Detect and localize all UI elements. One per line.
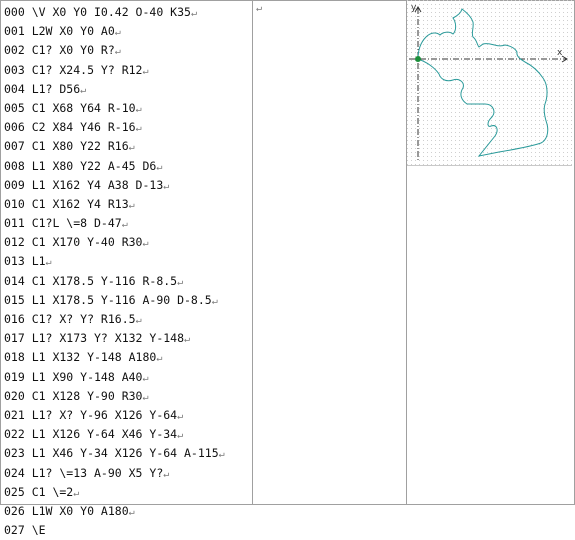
program-line[interactable]: 006 C2 X84 Y46 R-16↵	[4, 118, 248, 137]
program-line[interactable]: 022 L1 X126 Y-64 X46 Y-34↵	[4, 425, 248, 444]
program-line[interactable]: 007 C1 X80 Y22 R16↵	[4, 137, 248, 156]
contour-preview: y x	[407, 0, 572, 165]
line-return-icon: ↵	[163, 468, 170, 480]
program-line[interactable]: 001 L2W X0 Y0 A0↵	[4, 22, 248, 41]
program-line-text: 022 L1 X126 Y-64 X46 Y-34	[4, 427, 178, 442]
line-return-icon: ↵	[184, 334, 191, 346]
line-return-icon: ↵	[142, 372, 149, 384]
line-return-icon: ↵	[211, 295, 218, 307]
program-line[interactable]: 003 C1? X24.5 Y? R12↵	[4, 61, 248, 80]
program-line[interactable]: 011 C1?L \=8 D-47↵	[4, 214, 248, 233]
empty-cell-marker: ↵	[256, 3, 263, 14]
dot-grid	[407, 0, 572, 165]
contour-plot: y x	[407, 0, 572, 165]
line-return-icon: ↵	[156, 353, 163, 365]
y-axis-label: y	[411, 3, 417, 13]
program-line-text: 013 L1	[4, 254, 46, 269]
line-return-icon: ↵	[156, 161, 163, 173]
line-return-icon: ↵	[80, 84, 87, 96]
program-line-text: 001 L2W X0 Y0 A0	[4, 24, 115, 39]
x-axis-label: x	[557, 48, 563, 58]
line-return-icon: ↵	[114, 27, 121, 39]
program-line-text: 020 C1 X128 Y-90 R30	[4, 388, 143, 403]
program-line[interactable]: 009 L1 X162 Y4 A38 D-13↵	[4, 176, 248, 195]
program-line-text: 015 L1 X178.5 Y-116 A-90 D-8.5	[4, 292, 212, 307]
program-line[interactable]: 024 L1? \=13 A-90 X5 Y?↵	[4, 464, 248, 483]
program-listing[interactable]: 000 \V X0 Y0 I0.42 O-40 K35↵ 001 L2W X0 Y…	[4, 3, 248, 540]
line-return-icon: ↵	[142, 391, 149, 403]
program-line[interactable]: 023 L1 X46 Y-34 X126 Y-64 A-115↵	[4, 444, 248, 463]
program-line[interactable]: 013 L1↵	[4, 252, 248, 271]
line-return-icon: ↵	[73, 487, 80, 499]
program-line-text: 021 L1? X? Y-96 X126 Y-64	[4, 407, 178, 422]
line-return-icon: ↵	[128, 142, 135, 154]
line-return-icon: ↵	[218, 449, 225, 461]
program-line[interactable]: 010 C1 X162 Y4 R13↵	[4, 195, 248, 214]
program-line-text: 006 C2 X84 Y46 R-16	[4, 120, 136, 135]
column-divider	[252, 1, 253, 504]
program-line[interactable]: 026 L1W X0 Y0 A180↵	[4, 502, 248, 521]
line-return-icon: ↵	[163, 180, 170, 192]
program-line-text: 017 L1? X173 Y? X132 Y-148	[4, 331, 185, 346]
program-line[interactable]: 000 \V X0 Y0 I0.42 O-40 K35↵	[4, 3, 248, 22]
program-line-text: 004 L1? D56	[4, 81, 81, 96]
line-return-icon: ↵	[121, 219, 128, 231]
line-return-icon: ↵	[177, 410, 184, 422]
program-line-text: 002 C1? X0 Y0 R?	[4, 43, 115, 58]
program-line-text: 019 L1 X90 Y-148 A40	[4, 369, 143, 384]
line-return-icon: ↵	[177, 276, 184, 288]
line-return-icon: ↵	[177, 430, 184, 442]
program-line-text: 000 \V X0 Y0 I0.42 O-40 K35	[4, 5, 191, 19]
program-line-text: 014 C1 X178.5 Y-116 R-8.5	[4, 273, 178, 288]
program-line-text: 018 L1 X132 Y-148 A180	[4, 350, 157, 365]
program-line[interactable]: 014 C1 X178.5 Y-116 R-8.5↵	[4, 272, 248, 291]
program-line-text: 027 \E	[4, 523, 46, 538]
program-line[interactable]: 004 L1? D56↵	[4, 80, 248, 99]
line-return-icon: ↵	[128, 506, 135, 518]
program-line[interactable]: 017 L1? X173 Y? X132 Y-148↵	[4, 329, 248, 348]
program-line[interactable]: 015 L1 X178.5 Y-116 A-90 D-8.5↵	[4, 291, 248, 310]
program-line-text: 016 C1? X? Y? R16.5	[4, 312, 136, 326]
program-line[interactable]: 027 \E	[4, 521, 248, 540]
program-line[interactable]: 021 L1? X? Y-96 X126 Y-64↵	[4, 406, 248, 425]
program-line[interactable]: 002 C1? X0 Y0 R?↵	[4, 41, 248, 60]
line-return-icon: ↵	[142, 65, 149, 77]
line-return-icon: ↵	[114, 46, 121, 58]
program-line[interactable]: 012 C1 X170 Y-40 R30↵	[4, 233, 248, 252]
plot-cell-border	[407, 165, 572, 166]
line-return-icon: ↵	[45, 257, 52, 269]
program-line[interactable]: 008 L1 X80 Y22 A-45 D6↵	[4, 157, 248, 176]
program-line-text: 007 C1 X80 Y22 R16	[4, 139, 129, 154]
line-return-icon: ↵	[128, 199, 135, 211]
program-line-text: 008 L1 X80 Y22 A-45 D6	[4, 158, 157, 173]
line-return-icon: ↵	[135, 123, 142, 135]
program-line[interactable]: 020 C1 X128 Y-90 R30↵	[4, 387, 248, 406]
program-line-text: 012 C1 X170 Y-40 R30	[4, 235, 143, 250]
program-line[interactable]: 019 L1 X90 Y-148 A40↵	[4, 368, 248, 387]
program-line-text: 023 L1 X46 Y-34 X126 Y-64 A-115	[4, 446, 219, 461]
line-return-icon: ↵	[142, 238, 149, 250]
program-line[interactable]: 016 C1? X? Y? R16.5↵	[4, 310, 248, 329]
line-return-icon: ↵	[135, 315, 142, 326]
program-line-text: 025 C1 \=2	[4, 484, 74, 499]
line-return-icon: ↵	[135, 103, 142, 115]
program-line[interactable]: 005 C1 X68 Y64 R-10↵	[4, 99, 248, 118]
program-line-text: 003 C1? X24.5 Y? R12	[4, 62, 143, 77]
line-return-icon: ↵	[190, 8, 197, 19]
program-line-text: 011 C1?L \=8 D-47	[4, 216, 122, 231]
program-line-text: 010 C1 X162 Y4 R13	[4, 196, 129, 211]
program-line[interactable]: 018 L1 X132 Y-148 A180↵	[4, 348, 248, 367]
program-line-text: 009 L1 X162 Y4 A38 D-13	[4, 177, 164, 192]
origin-marker	[415, 56, 421, 62]
program-line[interactable]: 025 C1 \=2↵	[4, 483, 248, 502]
program-line-text: 024 L1? \=13 A-90 X5 Y?	[4, 465, 164, 480]
program-line-text: 005 C1 X68 Y64 R-10	[4, 100, 136, 115]
